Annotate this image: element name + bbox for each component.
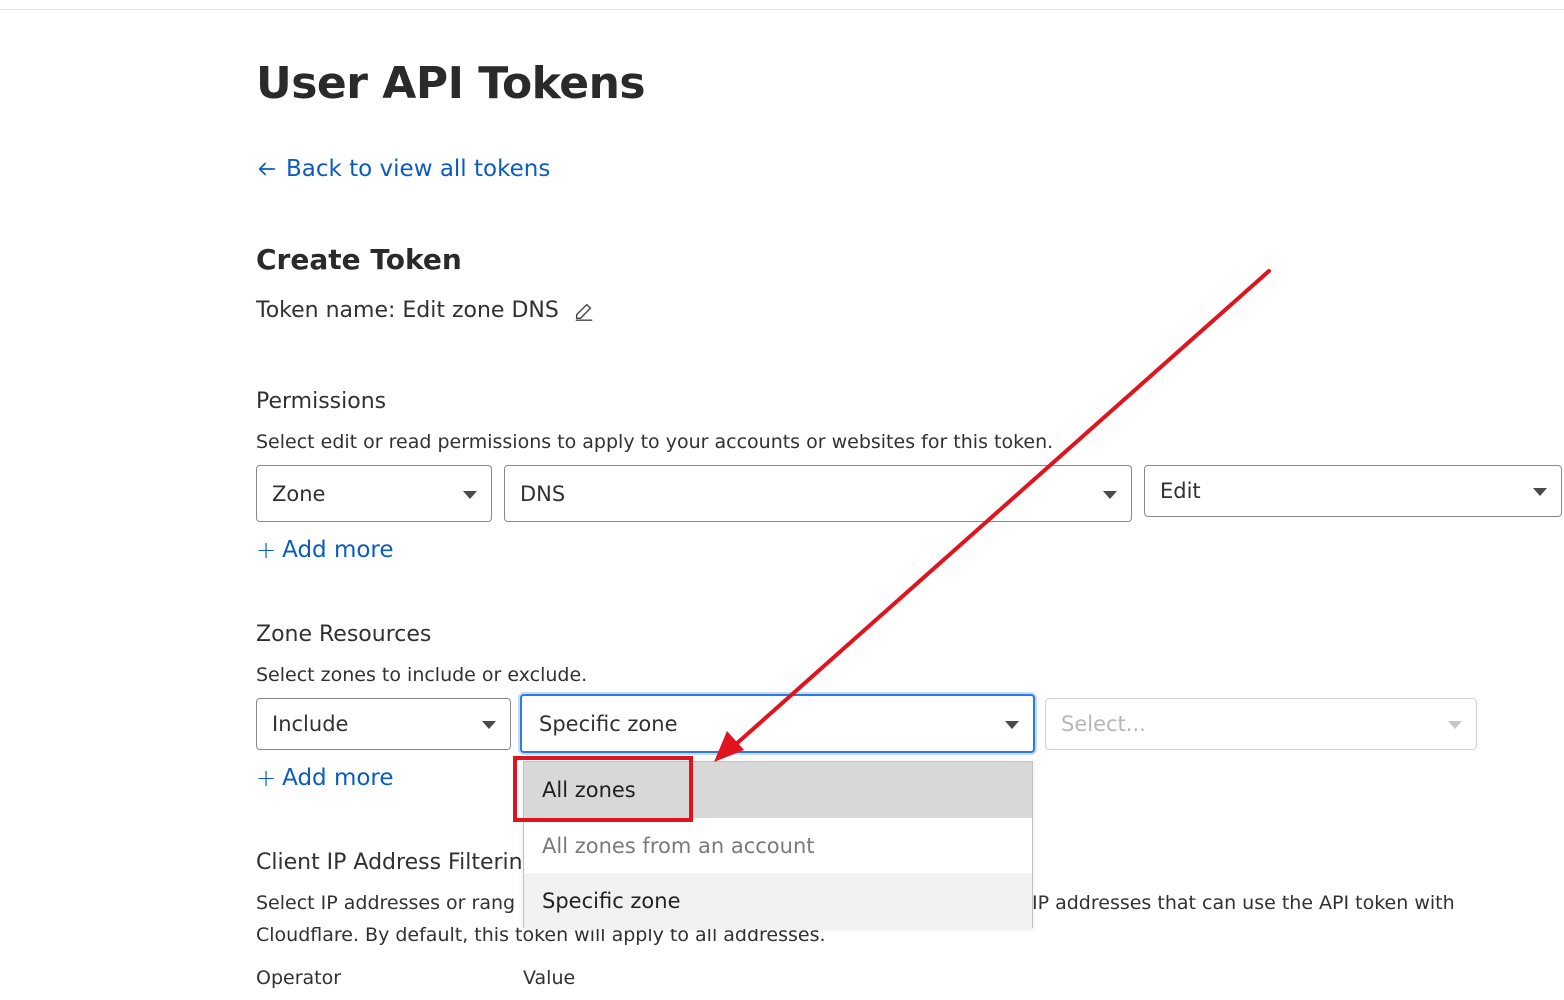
client-ip-description-left: Select IP addresses or rang [256,892,516,914]
token-name-label: Token name: Edit zone DNS [256,298,559,323]
chevron-down-icon [482,721,496,729]
zone-resources-add-more-label: Add more [282,765,394,791]
plus-icon: + [256,764,277,792]
zone-value-select[interactable]: Select... [1045,698,1477,750]
permission-scope-select[interactable]: Zone [256,465,492,522]
include-exclude-select[interactable]: Include [256,698,511,750]
option-all-zones-from-account[interactable]: All zones from an account [524,818,1032,874]
top-divider [0,9,1564,10]
client-ip-heading: Client IP Address Filterin [256,850,523,875]
token-name: Token name: Edit zone DNS [256,298,595,323]
permission-item-select[interactable]: DNS [504,465,1132,522]
chevron-down-icon [1005,720,1019,729]
client-ip-description-right: IP addresses that can use the API token … [1032,892,1455,914]
page-title: User API Tokens [256,58,646,109]
chevron-down-icon [1533,488,1547,496]
permission-level-value: Edit [1160,479,1201,503]
zone-scope-value: Specific zone [539,711,678,736]
zone-resources-heading: Zone Resources [256,622,432,647]
include-exclude-value: Include [272,712,349,736]
permissions-heading: Permissions [256,389,387,414]
operator-label: Operator [256,967,342,989]
permission-scope-value: Zone [272,481,326,506]
chevron-down-icon [1448,721,1462,729]
permissions-add-more[interactable]: + Add more [256,536,394,564]
permissions-add-more-label: Add more [282,537,394,563]
zone-value-placeholder: Select... [1061,712,1146,736]
zone-scope-dropdown-menu: All zones All zones from an account Spec… [523,761,1033,929]
back-link-label: Back to view all tokens [286,156,551,182]
chevron-down-icon [1103,490,1117,499]
option-specific-zone[interactable]: Specific zone [524,873,1032,929]
back-to-tokens-link[interactable]: Back to view all tokens [256,156,550,182]
zone-scope-select[interactable]: Specific zone [520,694,1035,753]
zone-resources-description: Select zones to include or exclude. [256,664,588,686]
pencil-icon[interactable] [573,300,595,322]
plus-icon: + [256,536,277,564]
create-token-heading: Create Token [256,243,462,276]
permission-item-value: DNS [520,481,566,506]
permission-level-select[interactable]: Edit [1144,465,1562,517]
permissions-description: Select edit or read permissions to apply… [256,431,1054,453]
arrow-left-icon [258,162,276,176]
chevron-down-icon [463,490,477,499]
option-all-zones[interactable]: All zones [524,762,1032,818]
value-label: Value [523,967,576,989]
zone-resources-add-more[interactable]: + Add more [256,764,394,792]
